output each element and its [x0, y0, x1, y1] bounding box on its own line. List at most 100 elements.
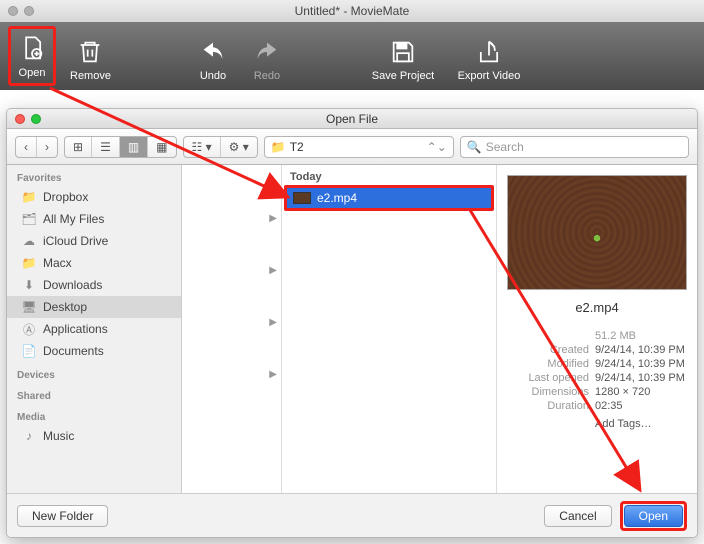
- sidebar: Favorites 📁 Dropbox 🗂 All My Files ☁ iCloud…: [7, 165, 182, 493]
- nav-forward[interactable]: ›: [37, 137, 57, 157]
- window-dot: [8, 6, 18, 16]
- dialog-body: Favorites 📁 Dropbox 🗂 All My Files ☁ iCloud…: [7, 165, 697, 493]
- file-row-selected[interactable]: e2.mp4: [287, 188, 491, 208]
- meta-value: 9/24/14, 10:39 PM: [589, 358, 687, 370]
- dialog-toolbar: ‹ › ⊞ ☰ ▥ ▦ ☷ ▾ ⚙ ▾ 📁 T2 ⌃⌄ 🔍 Search: [7, 129, 697, 165]
- path-current: T2: [290, 140, 304, 154]
- export-video-tool[interactable]: Export Video: [449, 26, 529, 86]
- app-titlebar: Untitled* - MovieMate: [0, 0, 704, 22]
- sidebar-item-macx[interactable]: 📁 Macx: [7, 252, 181, 274]
- icon-view-icon[interactable]: ⊞: [65, 137, 92, 157]
- button-label: Open: [639, 509, 668, 523]
- remove-label: Remove: [70, 70, 111, 82]
- preview-pane: e2.mp4 51.2 MB Created9/24/14, 10:39 PM …: [497, 165, 697, 493]
- button-label: Cancel: [559, 509, 596, 523]
- column-view-icon[interactable]: ▥: [120, 137, 148, 157]
- group-icon[interactable]: ☷ ▾: [184, 137, 221, 157]
- export-video-label: Export Video: [458, 70, 521, 82]
- new-folder-button[interactable]: New Folder: [17, 505, 108, 527]
- folder-icon: 📁: [21, 190, 37, 204]
- coverflow-view-icon[interactable]: ▦: [148, 137, 175, 157]
- sidebar-item-applications[interactable]: Ⓐ Applications: [7, 318, 181, 340]
- sidebar-item-dropbox[interactable]: 📁 Dropbox: [7, 186, 181, 208]
- sidebar-item-label: Documents: [43, 344, 104, 358]
- export-icon: [475, 38, 503, 66]
- group-arrange-buttons[interactable]: ☷ ▾ ⚙ ▾: [183, 136, 258, 158]
- path-dropdown[interactable]: 📁 T2 ⌃⌄: [264, 136, 454, 158]
- sidebar-item-allmyfiles[interactable]: 🗂 All My Files: [7, 208, 181, 230]
- undo-label: Undo: [200, 70, 226, 82]
- preview-thumbnail: [507, 175, 687, 290]
- sidebar-section-media: Media: [7, 404, 181, 425]
- sidebar-item-label: Macx: [43, 256, 72, 270]
- add-tags-link[interactable]: Add Tags…: [589, 418, 687, 430]
- sidebar-item-label: iCloud Drive: [43, 234, 108, 248]
- undo-tool[interactable]: Undo: [189, 26, 237, 86]
- search-placeholder: Search: [486, 140, 524, 154]
- button-label: New Folder: [32, 509, 93, 523]
- cloud-icon: ☁: [21, 234, 37, 248]
- sidebar-item-desktop[interactable]: 🖥 Desktop: [7, 296, 181, 318]
- chevron-right-icon: ▶: [269, 317, 277, 328]
- column-1[interactable]: ▶ ▶ ▶ ▶: [182, 165, 282, 493]
- chevron-updown-icon: ⌃⌄: [427, 140, 447, 154]
- preview-size: 51.2 MB: [589, 330, 687, 342]
- chevron-right-icon: ▶: [269, 265, 277, 276]
- meta-label: Duration: [507, 400, 589, 412]
- sidebar-item-downloads[interactable]: ⬇ Downloads: [7, 274, 181, 296]
- close-window-icon[interactable]: [15, 114, 25, 124]
- save-icon: [389, 38, 417, 66]
- downloads-icon: ⬇: [21, 278, 37, 292]
- applications-icon: Ⓐ: [21, 322, 37, 336]
- nav-buttons[interactable]: ‹ ›: [15, 136, 58, 158]
- video-thumbnail-icon: [293, 192, 311, 204]
- sidebar-section-shared: Shared: [7, 383, 181, 404]
- app-toolbar: Open Remove Undo Redo Save Project Expor…: [0, 22, 704, 90]
- folder-icon: 📁: [21, 256, 37, 270]
- allfiles-icon: 🗂: [21, 212, 37, 226]
- sidebar-item-icloud[interactable]: ☁ iCloud Drive: [7, 230, 181, 252]
- zoom-window-icon[interactable]: [31, 114, 41, 124]
- search-input[interactable]: 🔍 Search: [460, 136, 689, 158]
- dialog-titlebar: Open File: [7, 109, 697, 129]
- sidebar-section-devices: Devices: [7, 362, 181, 383]
- redo-label: Redo: [254, 70, 280, 82]
- list-view-icon[interactable]: ☰: [92, 137, 120, 157]
- dialog-footer: New Folder Cancel Open: [7, 493, 697, 537]
- redo-icon: [253, 38, 281, 66]
- save-project-label: Save Project: [372, 70, 434, 82]
- sidebar-item-label: Downloads: [43, 278, 102, 292]
- preview-filename: e2.mp4: [575, 300, 618, 315]
- save-project-tool[interactable]: Save Project: [363, 26, 443, 86]
- folder-icon: 📁: [271, 140, 286, 154]
- sidebar-item-documents[interactable]: 📄Documents: [7, 340, 181, 362]
- sidebar-item-label: Desktop: [43, 300, 87, 314]
- sidebar-item-label: Dropbox: [43, 190, 88, 204]
- sidebar-section-favorites: Favorites: [7, 165, 181, 186]
- sidebar-item-music[interactable]: ♪ Music: [7, 425, 181, 447]
- column-2[interactable]: Today e2.mp4: [282, 165, 497, 493]
- trash-icon: [76, 38, 104, 66]
- music-icon: ♪: [21, 429, 37, 443]
- redo-tool[interactable]: Redo: [243, 26, 291, 86]
- open-file-dialog: Open File ‹ › ⊞ ☰ ▥ ▦ ☷ ▾ ⚙ ▾ 📁 T2 ⌃⌄ 🔍 S…: [6, 108, 698, 538]
- sidebar-item-label: Applications: [43, 322, 108, 336]
- open-label: Open: [19, 67, 46, 79]
- remove-tool[interactable]: Remove: [64, 26, 117, 86]
- arrange-icon[interactable]: ⚙ ▾: [221, 137, 257, 157]
- cancel-button[interactable]: Cancel: [544, 505, 611, 527]
- view-mode-buttons[interactable]: ⊞ ☰ ▥ ▦: [64, 136, 177, 158]
- undo-icon: [199, 38, 227, 66]
- meta-value: 1280 × 720: [589, 386, 687, 398]
- chevron-right-icon: ▶: [269, 213, 277, 224]
- meta-label: Created: [507, 344, 589, 356]
- open-button[interactable]: Open: [624, 505, 683, 527]
- desktop-icon: 🖥: [21, 300, 37, 314]
- nav-back[interactable]: ‹: [16, 137, 37, 157]
- sidebar-item-label: All My Files: [43, 212, 104, 226]
- open-tool[interactable]: Open: [8, 26, 56, 86]
- sidebar-item-label: Music: [43, 429, 74, 443]
- chevron-right-icon: ▶: [269, 369, 277, 380]
- meta-value: 9/24/14, 10:39 PM: [589, 344, 687, 356]
- search-icon: 🔍: [467, 140, 482, 154]
